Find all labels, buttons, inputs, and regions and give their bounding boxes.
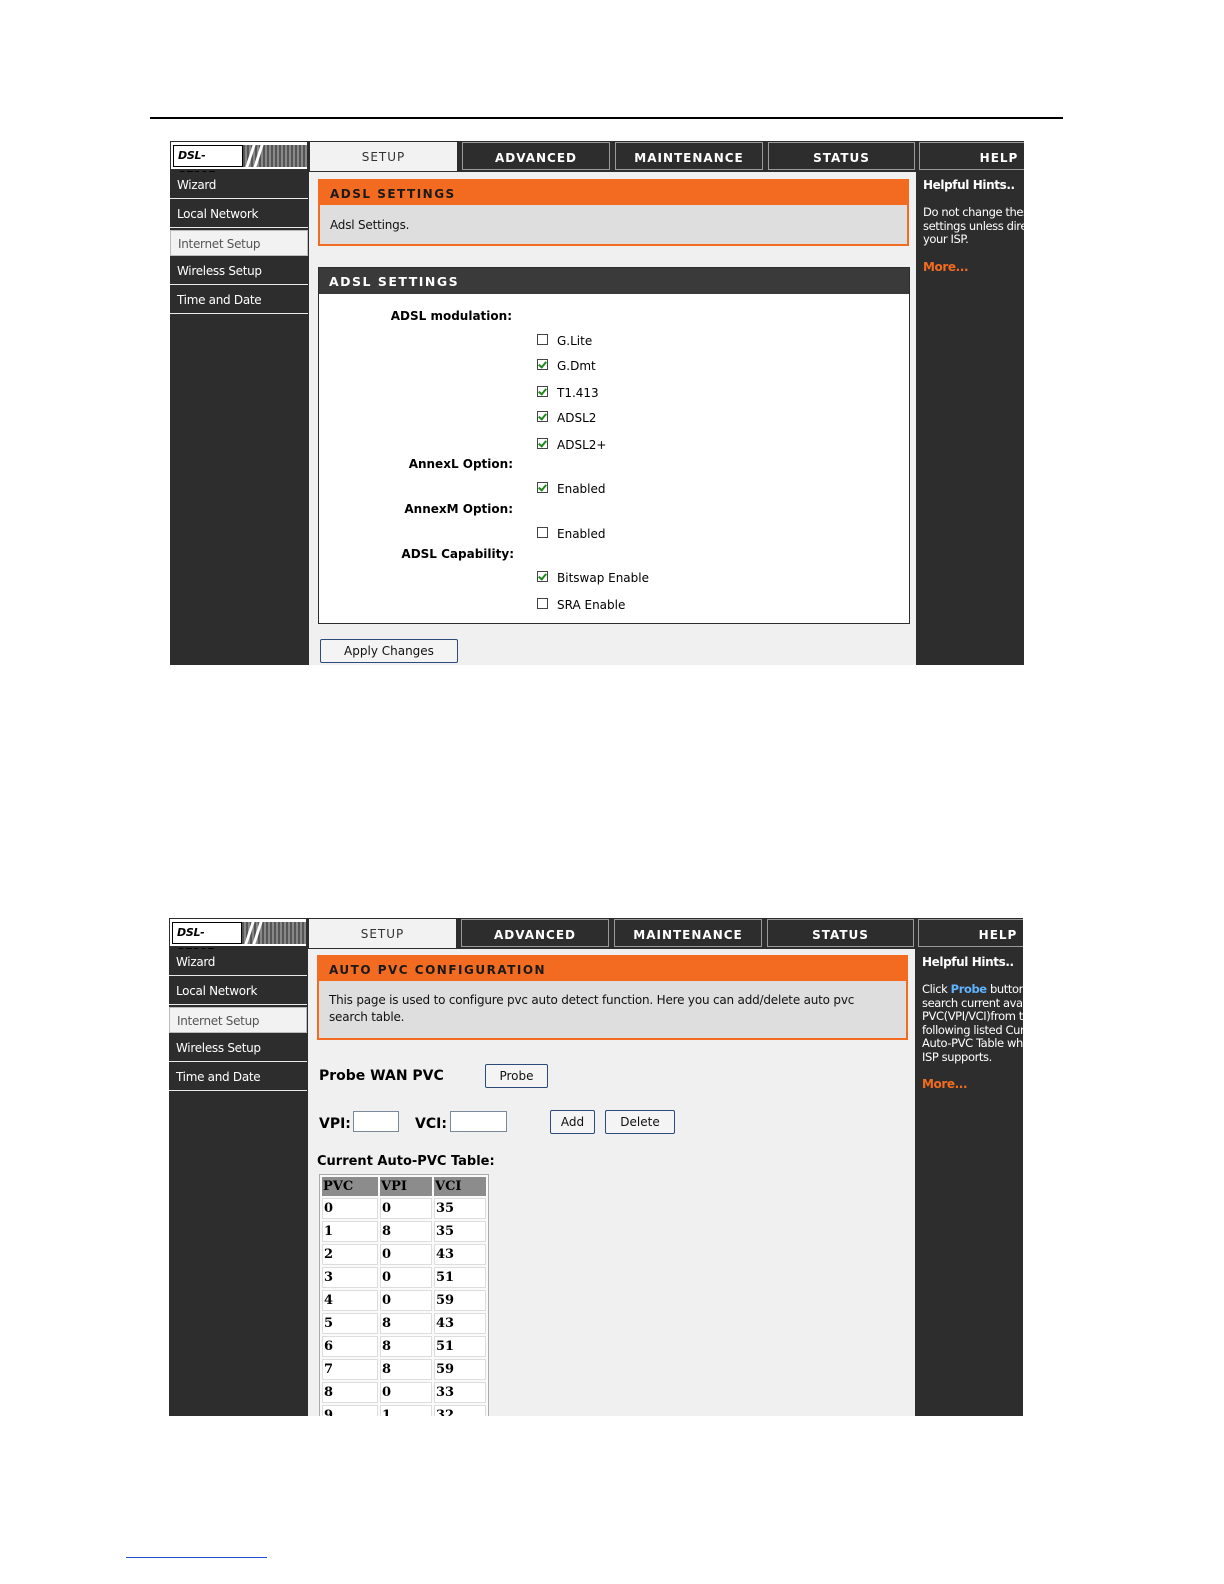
table-row: 4 0 59 — [322, 1290, 486, 1311]
tab-setup[interactable]: SETUP — [308, 918, 457, 949]
option-annexl-enabled[interactable]: Enabled — [537, 481, 606, 496]
table-row: 1 8 35 — [322, 1221, 486, 1242]
table-row: 2 0 43 — [322, 1244, 486, 1265]
t1413-checkbox[interactable] — [537, 385, 548, 397]
table-row: 8 0 33 — [322, 1382, 486, 1403]
column-header-vci: VCI — [434, 1177, 486, 1196]
tab-maintenance[interactable]: MAINTENANCE — [614, 919, 762, 947]
column-header-pvc: PVC — [322, 1177, 378, 1196]
option-adsl2-plus[interactable]: ADSL2+ — [537, 437, 606, 452]
vci-label: VCI: — [415, 1116, 447, 1132]
option-t1413[interactable]: T1.413 — [537, 385, 599, 400]
intro-panel: ADSL SETTINGS Adsl Settings. — [318, 179, 909, 246]
sidebar-item-internet-setup[interactable]: Internet Setup — [169, 1007, 307, 1033]
sidebar-item-internet-setup[interactable]: Internet Setup — [170, 230, 308, 256]
sidebar-item-wireless-setup[interactable]: Wireless Setup — [170, 258, 308, 285]
hints-title: Helpful Hints.. — [923, 178, 1015, 192]
probe-wan-pvc-label: Probe WAN PVC — [319, 1068, 444, 1084]
top-tab-bar: SETUP ADVANCED MAINTENANCE STATUS HELP — [309, 141, 1024, 172]
table-row: 3 0 51 — [322, 1267, 486, 1288]
delete-button[interactable]: Delete — [605, 1110, 675, 1134]
auto-pvc-screenshot: DSL-2730E SETUP ADVANCED MAINTENANCE STA… — [169, 918, 1023, 1416]
option-glite[interactable]: G.Lite — [537, 333, 592, 348]
probe-button[interactable]: Probe — [485, 1064, 548, 1088]
vci-input[interactable] — [450, 1111, 507, 1132]
sidebar: Wizard Local Network Internet Setup Wire… — [170, 172, 308, 665]
table-row: 0 0 35 — [322, 1198, 486, 1219]
intro-text: Adsl Settings. — [330, 218, 410, 232]
intro-panel: AUTO PVC CONFIGURATION This page is used… — [317, 955, 908, 1040]
hints-title: Helpful Hints.. — [922, 955, 1014, 969]
sra-checkbox[interactable] — [537, 597, 548, 609]
tab-maintenance[interactable]: MAINTENANCE — [615, 142, 763, 170]
top-tab-bar: SETUP ADVANCED MAINTENANCE STATUS HELP — [308, 918, 1023, 949]
intro-title: AUTO PVC CONFIGURATION — [319, 957, 906, 981]
column-header-vpi: VPI — [380, 1177, 432, 1196]
helpful-hints-panel: Helpful Hints.. Click Probe button t sea… — [917, 949, 1023, 1416]
annexl-checkbox[interactable] — [537, 481, 548, 493]
table-row: 7 8 59 — [322, 1359, 486, 1380]
sidebar: Wizard Local Network Internet Setup Wire… — [169, 949, 307, 1416]
apply-changes-button[interactable]: Apply Changes — [320, 639, 458, 663]
tab-status[interactable]: STATUS — [767, 919, 914, 947]
tab-advanced[interactable]: ADVANCED — [461, 919, 609, 947]
intro-title: ADSL SETTINGS — [320, 181, 907, 205]
option-adsl2[interactable]: ADSL2 — [537, 410, 596, 425]
adsl-capability-label: ADSL Capability: — [401, 547, 514, 561]
option-bitswap[interactable]: Bitswap Enable — [537, 570, 649, 585]
adsl-settings-panel: ADSL SETTINGS ADSL modulation: G.Lite G.… — [318, 267, 910, 624]
sidebar-item-time-and-date[interactable]: Time and Date — [169, 1064, 307, 1091]
vpi-label: VPI: — [319, 1116, 351, 1132]
intro-text: This page is used to configure pvc auto … — [329, 993, 855, 1024]
table-row: 6 8 51 — [322, 1336, 486, 1357]
device-model-label: DSL-2730E — [173, 145, 243, 182]
adsl-settings-screenshot: DSL-2730E SETUP ADVANCED MAINTENANCE STA… — [170, 141, 1024, 665]
gdmt-checkbox[interactable] — [537, 358, 548, 370]
table-header-row: PVC VPI VCI — [322, 1177, 486, 1196]
device-logo: DSL-2730E — [169, 918, 307, 959]
tab-setup[interactable]: SETUP — [309, 141, 458, 172]
annexm-checkbox[interactable] — [537, 526, 548, 538]
annexm-option-label: AnnexM Option: — [404, 502, 513, 516]
option-gdmt[interactable]: G.Dmt — [537, 358, 596, 373]
sidebar-item-local-network[interactable]: Local Network — [169, 978, 307, 1005]
main-content: ADSL SETTINGS Adsl Settings. ADSL SETTIN… — [309, 172, 916, 665]
tab-help[interactable]: HELP — [919, 142, 1024, 170]
device-logo: DSL-2730E — [170, 141, 308, 182]
option-annexm-enabled[interactable]: Enabled — [537, 526, 606, 541]
sidebar-item-wizard[interactable]: Wizard — [170, 172, 308, 199]
main-content: AUTO PVC CONFIGURATION This page is used… — [308, 949, 915, 1416]
glite-checkbox[interactable] — [537, 333, 548, 345]
sidebar-item-wireless-setup[interactable]: Wireless Setup — [169, 1035, 307, 1062]
adsl2-plus-checkbox[interactable] — [537, 437, 548, 449]
add-button[interactable]: Add — [550, 1110, 595, 1134]
tab-help[interactable]: HELP — [918, 919, 1023, 947]
adsl2-checkbox[interactable] — [537, 410, 548, 422]
auto-pvc-table: PVC VPI VCI 0 0 35 1 8 35 2 0 43 3 0 51 4 0 59 584… — [319, 1174, 489, 1416]
annexl-option-label: AnnexL Option: — [408, 457, 513, 471]
sidebar-item-wizard[interactable]: Wizard — [169, 949, 307, 976]
sidebar-item-time-and-date[interactable]: Time and Date — [170, 287, 308, 314]
helpful-hints-panel: Helpful Hints.. Do not change thes setti… — [918, 172, 1024, 665]
auto-pvc-table-title: Current Auto-PVC Table: — [317, 1154, 495, 1169]
sidebar-item-local-network[interactable]: Local Network — [170, 201, 308, 228]
table-row: 9 1 32 — [322, 1405, 486, 1416]
probe-hint-word: Probe — [950, 982, 987, 996]
table-row: 5 8 43 — [322, 1313, 486, 1334]
tab-advanced[interactable]: ADVANCED — [462, 142, 610, 170]
footer-link-underline — [126, 1557, 267, 1558]
more-link[interactable]: More... — [922, 1077, 1023, 1091]
vpi-input[interactable] — [353, 1111, 399, 1132]
adsl-modulation-label: ADSL modulation: — [390, 309, 512, 323]
section-title: ADSL SETTINGS — [319, 268, 909, 294]
option-sra[interactable]: SRA Enable — [537, 597, 625, 612]
more-link[interactable]: More... — [923, 260, 1024, 274]
bitswap-checkbox[interactable] — [537, 570, 548, 582]
page-top-rule — [150, 117, 1063, 119]
device-model-label: DSL-2730E — [172, 922, 242, 959]
tab-status[interactable]: STATUS — [768, 142, 915, 170]
